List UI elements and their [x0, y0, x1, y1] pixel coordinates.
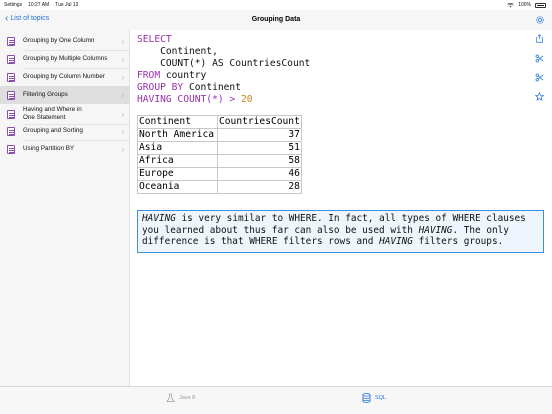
document-icon	[7, 54, 15, 64]
tab-bar: Java 8 SQL	[0, 386, 552, 414]
sidebar-item-grouping-by-one-column[interactable]: Grouping by One Column ›	[0, 32, 130, 50]
battery-icon	[535, 2, 546, 8]
sidebar-item-grouping-by-multiple-columns[interactable]: Grouping by Multiple Columns ›	[0, 50, 130, 68]
sidebar-item-grouping-by-column-number[interactable]: Grouping by Column Number ›	[0, 68, 130, 86]
table-row: Asia 51	[137, 141, 302, 155]
star-icon[interactable]	[535, 92, 544, 101]
sql-keyword: GROUP BY	[137, 82, 184, 93]
status-date: Tue Jul 13	[55, 2, 79, 8]
table-row: Europe 46	[137, 167, 302, 181]
document-icon	[7, 144, 15, 154]
main-header: Grouping Data	[130, 10, 552, 30]
note-text: filters groups.	[412, 236, 504, 248]
sql-line: GROUP BY Continent	[137, 82, 310, 94]
table-cell: 58	[217, 154, 302, 168]
explanation-note: HAVING is very similar to WHERE. In fact…	[137, 210, 544, 253]
sql-line: SELECT	[137, 34, 310, 46]
document-icon	[7, 109, 15, 119]
sql-line: FROM country	[137, 70, 310, 82]
sql-keyword: FROM	[137, 70, 161, 81]
sql-text: Continent	[183, 82, 241, 93]
page-title: Grouping Data	[251, 16, 301, 23]
sql-code-block: SELECT Continent, COUNT(*) AS CountriesC…	[137, 34, 310, 106]
status-bar: Settings 10:27 AM Tue Jul 13 100%	[0, 0, 552, 10]
sidebar-item-grouping-and-sorting[interactable]: Grouping and Sorting ›	[0, 122, 130, 140]
document-icon	[7, 90, 15, 100]
chevron-right-icon: ›	[121, 36, 124, 46]
share-icon[interactable]	[535, 34, 544, 43]
table-cell: Europe	[137, 167, 218, 181]
sql-line: HAVING COUNT(*) > 20	[137, 94, 310, 106]
table-row: Oceania 28	[137, 180, 302, 194]
sidebar-item-filtering-groups[interactable]: Filtering Groups ›	[0, 86, 130, 104]
sql-text: Continent,	[137, 46, 218, 57]
table-cell: 51	[217, 141, 302, 155]
sidebar-item-label: Having and Where in One Statement	[23, 106, 82, 121]
table-cell: Oceania	[137, 180, 218, 194]
sidebar: Grouping by One Column › Grouping by Mul…	[0, 30, 130, 386]
sql-number: 20	[235, 94, 253, 105]
note-emphasis: HAVING	[418, 224, 453, 236]
tab-java[interactable]: Java 8	[166, 393, 195, 403]
sql-keyword: SELECT	[137, 34, 172, 45]
chevron-right-icon: ›	[121, 90, 124, 100]
flask-icon	[166, 393, 175, 402]
table-cell: 28	[217, 180, 302, 194]
note-emphasis: HAVING	[142, 213, 176, 224]
chevron-right-icon: ›	[121, 126, 124, 136]
chevron-right-icon: ›	[121, 72, 124, 82]
sidebar-item-label: Filtering Groups	[23, 91, 68, 98]
scissors-icon[interactable]	[535, 54, 544, 63]
sidebar-item-label: Grouping by Multiple Columns	[23, 55, 108, 62]
sql-keyword: HAVING COUNT(*) >	[137, 94, 236, 105]
sql-text: COUNT(*) AS CountriesCount	[137, 58, 311, 69]
chevron-right-icon: ›	[121, 54, 124, 64]
tab-sql[interactable]: SQL	[362, 393, 386, 403]
sql-text: country	[160, 70, 207, 81]
table-cell: Asia	[137, 141, 218, 155]
table-cell: North America	[137, 128, 218, 142]
note-emphasis: HAVING	[379, 236, 413, 248]
tab-label: Java 8	[179, 395, 196, 401]
table-cell: 46	[217, 167, 302, 181]
status-time: 10:27 AM	[28, 2, 50, 8]
sidebar-item-label: Grouping by Column Number	[23, 73, 105, 80]
chevron-right-icon: ›	[121, 144, 124, 154]
scissors-alt-icon[interactable]	[535, 73, 544, 82]
sidebar-item-label: Grouping by One Column	[23, 37, 95, 44]
document-icon	[7, 72, 15, 82]
status-carrier: Settings	[4, 2, 23, 8]
sql-line: COUNT(*) AS CountriesCount	[137, 58, 310, 70]
result-table: Continent CountriesCount North America 3…	[137, 115, 302, 194]
column-header: CountriesCount	[217, 115, 302, 129]
gear-icon[interactable]	[535, 15, 545, 25]
chevron-right-icon: ›	[121, 109, 124, 119]
sidebar-item-label: Using Partition BY	[23, 145, 75, 152]
table-header-row: Continent CountriesCount	[137, 115, 302, 129]
sidebar-item-having-and-where[interactable]: Having and Where in One Statement ›	[0, 104, 130, 124]
wifi-icon	[507, 2, 514, 7]
table-cell: 37	[217, 128, 302, 142]
document-icon	[7, 36, 15, 46]
battery-percent: 100%	[518, 2, 531, 8]
sql-line: Continent,	[137, 46, 310, 58]
column-header: Continent	[137, 115, 218, 129]
database-icon	[362, 393, 371, 403]
table-cell: Africa	[137, 154, 218, 168]
table-row: Africa 58	[137, 154, 302, 168]
tab-label: SQL	[375, 395, 387, 401]
document-icon	[7, 126, 15, 136]
sidebar-item-using-partition-by[interactable]: Using Partition BY ›	[0, 140, 130, 158]
sidebar-item-label: Grouping and Sorting	[23, 127, 83, 134]
table-row: North America 37	[137, 128, 302, 142]
